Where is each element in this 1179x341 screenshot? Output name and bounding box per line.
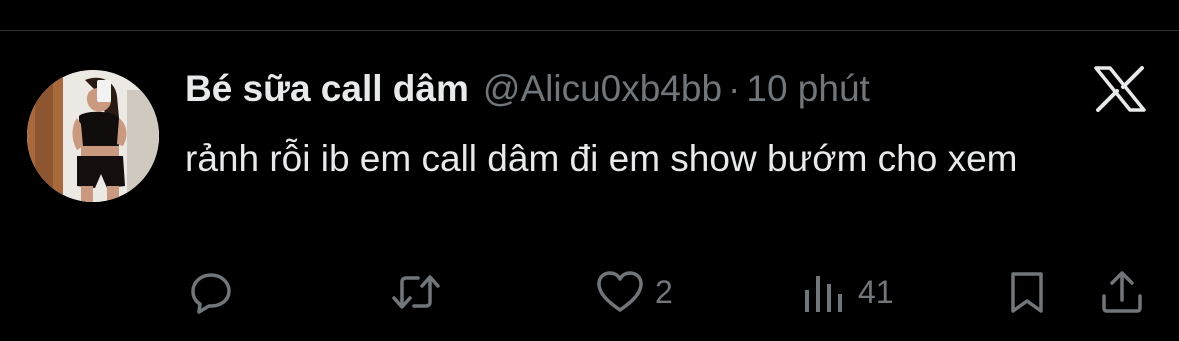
avatar[interactable] [27,70,159,202]
timestamp[interactable]: 10 phút [746,62,869,116]
top-divider [0,30,1179,31]
x-logo-icon [1093,66,1147,112]
share-icon [1102,271,1142,313]
like-button[interactable]: 2 [595,262,673,322]
heart-icon [597,271,643,312]
share-button[interactable] [1098,262,1146,322]
tweet-header: Bé sữa call dâm @Alicu0xb4bb · 10 phút [185,62,870,116]
bookmark-button[interactable] [1005,262,1049,322]
retweet-button[interactable] [390,262,452,322]
views-count: 41 [858,273,894,310]
action-bar: 2 41 [0,262,1179,322]
author-handle[interactable]: @Alicu0xb4bb [483,62,722,116]
retweet-icon [392,275,440,309]
bookmark-icon [1011,272,1043,313]
views-icon [805,276,842,312]
separator-dot: · [728,68,741,109]
author-display-name[interactable]: Bé sữa call dâm [185,62,469,116]
avatar-image [27,70,159,202]
reply-icon [191,273,231,314]
like-count: 2 [655,273,673,310]
views-button[interactable]: 41 [802,262,894,322]
tweet-text: rảnh rỗi ib em call dâm đi em show bướm … [185,138,1018,179]
reply-button[interactable] [187,262,235,322]
